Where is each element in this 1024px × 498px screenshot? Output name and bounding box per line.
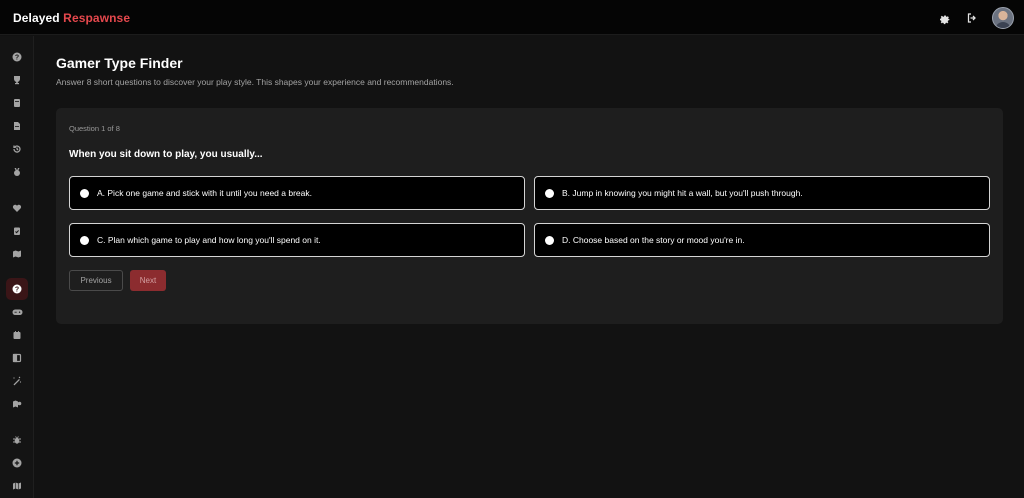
radio-button[interactable] (80, 235, 89, 245)
brand-name: Delayed (13, 11, 60, 25)
answer-label: C. Plan which game to play and how long … (97, 235, 321, 245)
sidebar-item-map[interactable] (6, 243, 28, 265)
calendar-icon (13, 331, 21, 339)
logout-icon[interactable] (964, 10, 980, 26)
sidebar-item-favorites[interactable] (6, 197, 28, 219)
question-text: When you sit down to play, you usually..… (69, 149, 263, 160)
document-icon (14, 122, 20, 130)
plus-circle-icon (12, 458, 22, 468)
sidebar: ? ? (0, 36, 34, 498)
sidebar-item-panels[interactable] (6, 347, 28, 369)
sidebar-item-library[interactable] (6, 92, 28, 114)
sidebar-item-debug[interactable] (6, 429, 28, 451)
answer-option-b[interactable]: B. Jump in knowing you might hit a wall,… (534, 176, 990, 210)
top-bar: Delayed Respawnse (0, 0, 1024, 35)
map-icon (13, 250, 21, 258)
radio-button[interactable] (545, 188, 554, 198)
question-progress: Question 1 of 8 (69, 124, 120, 133)
map-pin-icon (13, 400, 22, 408)
sidebar-item-notes[interactable] (6, 115, 28, 137)
sidebar-item-atlas[interactable] (6, 475, 28, 497)
svg-text:?: ? (15, 287, 19, 294)
sidebar-item-add[interactable] (6, 452, 28, 474)
avatar[interactable] (992, 7, 1014, 29)
help-circle-icon: ? (12, 52, 22, 62)
bug-icon (13, 436, 21, 444)
page-subtitle: Answer 8 short questions to discover you… (56, 77, 454, 87)
previous-button[interactable]: Previous (69, 270, 123, 291)
radio-button[interactable] (545, 235, 554, 245)
wand-icon (13, 376, 22, 386)
question-icon: ? (12, 284, 22, 294)
quiz-card: Question 1 of 8 When you sit down to pla… (56, 108, 1003, 324)
answer-label: A. Pick one game and stick with it until… (97, 188, 312, 198)
sidebar-item-calendar[interactable] (6, 324, 28, 346)
trophy-icon (14, 76, 20, 85)
history-icon (13, 145, 21, 153)
answer-option-d[interactable]: D. Choose based on the story or mood you… (534, 223, 990, 257)
sidebar-item-history[interactable] (6, 138, 28, 160)
sidebar-item-locations[interactable] (6, 393, 28, 415)
brand-accent: Respawnse (63, 11, 131, 25)
answer-option-a[interactable]: A. Pick one game and stick with it until… (69, 176, 525, 210)
book-icon (14, 99, 20, 107)
page-title: Gamer Type Finder (56, 55, 183, 71)
clipboard-check-icon (14, 227, 20, 235)
gamepad-icon (12, 309, 22, 315)
panel-icon (12, 353, 22, 363)
sidebar-item-tools[interactable] (6, 370, 28, 392)
sidebar-item-achievements[interactable] (6, 69, 28, 91)
svg-text:?: ? (15, 55, 19, 62)
sidebar-item-tasks[interactable] (6, 220, 28, 242)
badge-icon (14, 168, 20, 176)
sidebar-item-badges[interactable] (6, 161, 28, 183)
radio-button[interactable] (80, 188, 89, 198)
heart-icon (12, 204, 22, 212)
sidebar-item-gamer-type-finder[interactable]: ? (6, 278, 28, 300)
answer-label: D. Choose based on the story or mood you… (562, 235, 745, 245)
gear-icon[interactable] (936, 10, 952, 26)
brand-logo[interactable]: Delayed Respawnse (13, 11, 130, 25)
answer-option-c[interactable]: C. Plan which game to play and how long … (69, 223, 525, 257)
sidebar-item-help[interactable]: ? (6, 46, 28, 68)
sidebar-item-games[interactable] (6, 301, 28, 323)
header-actions (936, 7, 1014, 29)
answer-label: B. Jump in knowing you might hit a wall,… (562, 188, 803, 198)
next-button[interactable]: Next (130, 270, 166, 291)
map-folded-icon (13, 482, 21, 490)
